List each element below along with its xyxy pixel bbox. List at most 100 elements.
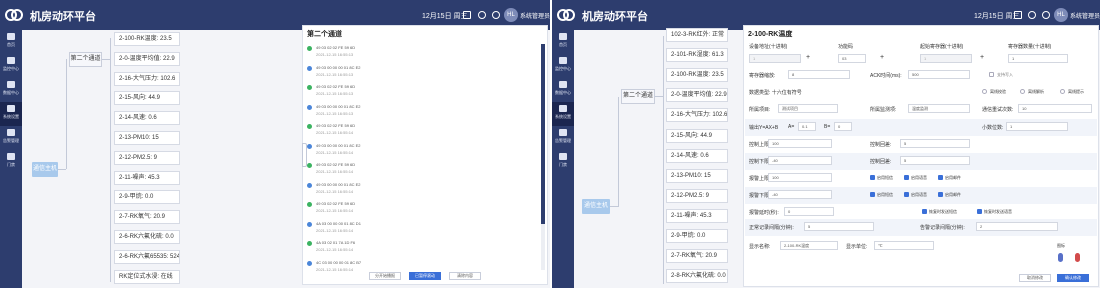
resume-sms-checkbox[interactable] [922, 209, 927, 214]
bell-icon[interactable] [478, 11, 486, 19]
mon-select[interactable]: 温度监测 [908, 104, 970, 113]
sidebar-item-data[interactable]: 数据中心 [0, 78, 22, 102]
point-item[interactable]: 2-6-RK六氟化硫: 0.0 [114, 230, 180, 244]
mail-checkbox[interactable] [938, 175, 943, 180]
display-name-input[interactable]: 2-100-RK温度 [780, 241, 838, 250]
delay-input[interactable]: 0 [784, 207, 834, 216]
sidebar-item-monitor[interactable]: 监控中心 [0, 54, 22, 78]
dec-select[interactable]: 1 [1006, 122, 1068, 131]
resume-voice-checkbox[interactable] [977, 209, 982, 214]
point-item[interactable]: 2-11-噪声: 45.3 [666, 208, 728, 223]
alarm-lower-input[interactable]: -40 [768, 190, 832, 199]
sidebar-item-home[interactable]: 首页 [552, 30, 574, 54]
host-button[interactable]: 通信主机 [32, 162, 58, 177]
unit-input[interactable]: ℃ [874, 241, 934, 250]
scroll-button[interactable]: 已暂停滚动 [409, 272, 441, 280]
message-icon[interactable] [463, 11, 471, 19]
point-item[interactable]: 2-13-PM10: 15 [114, 131, 180, 145]
proj-select[interactable]: 测试项目 [778, 104, 838, 113]
ctl-return-label: 控制回差: [870, 142, 892, 148]
point-item[interactable]: 2-100-RK温度: 23.5 [666, 68, 728, 83]
ctl-return-input[interactable]: 5 [900, 139, 970, 148]
radio-offline-tip[interactable] [1060, 89, 1065, 94]
thermometer-icon[interactable] [1075, 253, 1080, 262]
sidebar-item-settings[interactable]: 系统设置 [0, 102, 22, 126]
point-item[interactable]: 2-8-RK六氟化硫: 0.0 [666, 269, 728, 284]
channel-button[interactable]: 第二个通道 [69, 52, 102, 67]
point-item[interactable]: 2-16-大气压力: 102.6 [114, 71, 180, 86]
user-name[interactable]: 系统管理员 [1070, 11, 1100, 20]
point-item[interactable]: 2-14-风速: 0.6 [114, 111, 180, 126]
collapse-tab[interactable] [302, 143, 307, 167]
alarm-interval-input[interactable]: 2 [976, 222, 1058, 231]
point-item[interactable]: 2-11-噪声: 45.3 [114, 170, 180, 185]
start-input[interactable]: 1 [920, 54, 972, 63]
b-input[interactable]: 0 [834, 122, 852, 131]
point-item[interactable]: 2-12-PM2.5: 9 [666, 188, 728, 203]
sidebar-item-home[interactable]: 首页 [0, 30, 22, 54]
sidebar-item-monitor[interactable]: 监控中心 [552, 54, 574, 78]
point-item[interactable]: 2-100-RK温度: 23.5 [114, 32, 180, 46]
voice-checkbox[interactable] [904, 175, 909, 180]
sidebar-item-door[interactable]: 门禁 [0, 150, 22, 174]
retry-input[interactable]: 10 [1018, 104, 1092, 113]
sidebar-item-alarm[interactable]: 告警管理 [552, 126, 574, 150]
sidebar-item-door[interactable]: 门禁 [552, 150, 574, 174]
settings-icon[interactable] [492, 11, 500, 19]
support-write-checkbox[interactable] [989, 72, 994, 77]
ctl-lower-input[interactable]: -40 [768, 156, 832, 165]
sidebar-item-alarm[interactable]: 告警管理 [0, 126, 22, 150]
point-item[interactable]: 2-16-大气压力: 102.6 [666, 108, 728, 123]
clear-button[interactable]: 清除内容 [449, 272, 481, 280]
point-item[interactable]: 2-0-温度平均值: 22.9 [114, 51, 180, 66]
confirm-button[interactable]: 确认修改 [1057, 274, 1089, 282]
sms-checkbox[interactable] [870, 192, 875, 197]
unit-label: 显示单位: [846, 244, 868, 250]
log-scrollbar[interactable] [541, 44, 545, 270]
settings-icon[interactable] [1042, 11, 1050, 19]
pause-button[interactable]: 分开始播报 [369, 272, 401, 280]
point-item[interactable]: 2-7-RK氧气: 20.9 [666, 249, 728, 264]
bell-icon[interactable] [1028, 11, 1036, 19]
ctl-upper-input[interactable]: 100 [768, 139, 832, 148]
point-item[interactable]: 102-3-RK红外: 正常 [666, 28, 728, 42]
a-input[interactable]: 0.1 [798, 122, 816, 131]
avatar[interactable]: HL [1054, 8, 1068, 22]
ctl-return-input[interactable]: 5 [900, 156, 970, 165]
sidebar-item-data[interactable]: 数据中心 [552, 78, 574, 102]
cancel-button[interactable]: 取消修改 [1019, 274, 1051, 282]
thermometer-icon[interactable] [1058, 253, 1063, 262]
radio-offline-check[interactable] [982, 89, 987, 94]
log-hex: 4C 03 00 00 00 01 8C B7 [316, 259, 362, 265]
normal-interval-input[interactable]: 5 [804, 222, 874, 231]
host-button[interactable]: 通信主机 [582, 199, 610, 214]
point-item[interactable]: 2-6-RK六氟65535: 524 [114, 249, 180, 264]
voice-checkbox[interactable] [904, 192, 909, 197]
sidebar-item-settings[interactable]: 系统设置 [552, 102, 574, 126]
point-item[interactable]: 2-12-PM2.5: 9 [114, 150, 180, 165]
point-item[interactable]: 2-9-甲烷: 0.0 [666, 229, 728, 243]
point-item[interactable]: 2-15-风向: 44.9 [666, 128, 728, 143]
func-select[interactable]: 03 [838, 54, 866, 63]
addr-input[interactable]: 1 [749, 54, 801, 63]
point-item[interactable]: 2-0-温度平均值: 22.9 [666, 88, 728, 103]
message-icon[interactable] [1014, 11, 1022, 19]
radio-offline-parse[interactable] [1020, 89, 1025, 94]
point-item[interactable]: RK定位式水浸: 在线 [114, 269, 180, 284]
avatar[interactable]: HL [504, 8, 518, 22]
channel-button[interactable]: 第二个通道 [621, 89, 655, 104]
mail-checkbox[interactable] [938, 192, 943, 197]
point-item[interactable]: 2-14-风速: 0.6 [666, 148, 728, 163]
sms-checkbox[interactable] [870, 175, 875, 180]
scroll-thumb[interactable] [541, 44, 545, 224]
point-item[interactable]: 2-15-风向: 44.9 [114, 91, 180, 106]
user-name[interactable]: 系统管理员 [520, 11, 550, 20]
point-item[interactable]: 2-101-RK湿度: 61.3 [666, 48, 728, 63]
ack-input[interactable]: 500 [908, 70, 970, 79]
count-input[interactable]: 1 [1008, 54, 1068, 63]
alarm-upper-input[interactable]: 100 [768, 173, 832, 182]
point-item[interactable]: 2-7-RK氧气: 20.9 [114, 210, 180, 225]
point-item[interactable]: 2-13-PM10: 15 [666, 168, 728, 183]
point-item[interactable]: 2-9-甲烷: 0.0 [114, 190, 180, 205]
scale-input[interactable]: 8 [788, 70, 850, 79]
